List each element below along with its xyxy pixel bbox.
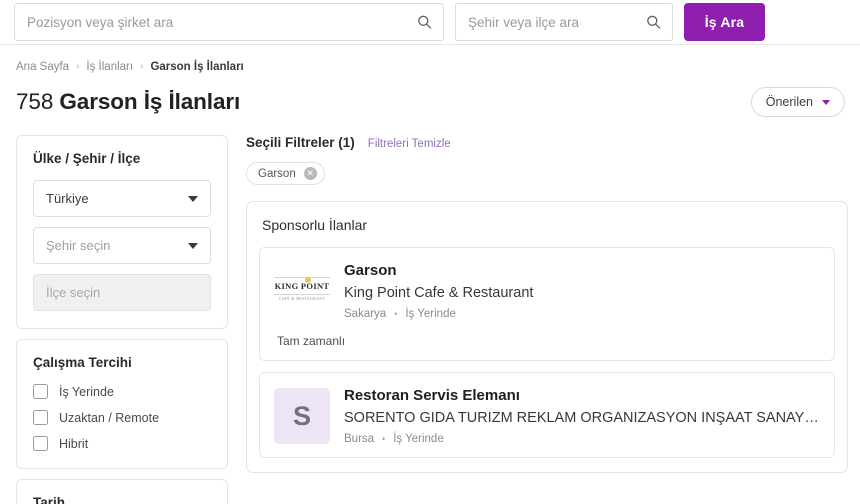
breadcrumb-item-job-listings[interactable]: İş İlanları bbox=[86, 61, 133, 73]
chevron-down-icon bbox=[822, 99, 830, 105]
logo-subtitle-text: CAFE & RESTAURANT bbox=[278, 296, 326, 301]
select-district-value: İlçe seçin bbox=[46, 285, 101, 300]
select-country-value: Türkiye bbox=[46, 191, 89, 206]
position-search-field[interactable] bbox=[14, 3, 444, 41]
location-search-field[interactable] bbox=[455, 3, 673, 41]
checkbox-icon[interactable] bbox=[33, 436, 48, 451]
filter-title-date: Tarih bbox=[33, 495, 66, 504]
chevron-down-icon bbox=[188, 242, 198, 249]
breadcrumb-item-current: Garson İş İlanları bbox=[150, 61, 244, 73]
filter-card-work-preference: Çalışma Tercihi İş Yerinde Uzaktan / Rem… bbox=[16, 339, 228, 469]
checkbox-icon[interactable] bbox=[33, 384, 48, 399]
job-location: Sakarya bbox=[344, 308, 387, 320]
job-title[interactable]: Restoran Servis Elemanı bbox=[344, 387, 820, 404]
job-title[interactable]: Garson bbox=[344, 262, 820, 279]
breadcrumb-item-home[interactable]: Ana Sayfa bbox=[16, 61, 69, 73]
chevron-down-icon bbox=[188, 195, 198, 202]
search-input-position[interactable] bbox=[27, 14, 409, 30]
checkbox-icon[interactable] bbox=[33, 410, 48, 425]
selected-filters-header: Seçili Filtreler (1) Filtreleri Temizle bbox=[246, 135, 848, 150]
search-input-location[interactable] bbox=[468, 14, 638, 30]
chevron-right-icon: › bbox=[140, 61, 144, 72]
checkbox-row-hybrid[interactable]: Hibrit bbox=[33, 436, 211, 451]
filter-card-location: Ülke / Şehir / İlçe Türkiye Şehir seçin … bbox=[16, 135, 228, 329]
checkbox-label-remote: Uzaktan / Remote bbox=[59, 410, 160, 425]
job-meta: Bursa • İş Yerinde bbox=[344, 433, 820, 445]
page-title: 758 Garson İş İlanları bbox=[16, 89, 240, 115]
job-work-type: İş Yerinde bbox=[393, 433, 444, 445]
result-count: 758 bbox=[16, 89, 54, 114]
filter-chip-label: Garson bbox=[258, 167, 296, 180]
sort-dropdown[interactable]: Önerilen bbox=[750, 87, 845, 117]
job-location: Bursa bbox=[344, 433, 375, 445]
page-title-text: Garson İş İlanları bbox=[59, 89, 241, 114]
checkbox-row-remote[interactable]: Uzaktan / Remote bbox=[33, 410, 211, 425]
select-country[interactable]: Türkiye bbox=[33, 180, 211, 217]
job-company: King Point Cafe & Restaurant bbox=[344, 285, 534, 301]
separator-dot-icon: • bbox=[394, 309, 398, 319]
company-logo: S bbox=[274, 387, 330, 445]
sponsored-listings-title: Sponsorlu İlanlar bbox=[262, 217, 368, 233]
separator-dot-icon: • bbox=[382, 434, 386, 444]
clear-filters-link[interactable]: Filtreleri Temizle bbox=[368, 138, 451, 150]
filter-card-date: Tarih bbox=[16, 479, 228, 504]
avatar: S bbox=[274, 388, 330, 444]
selected-filters-title: Seçili Filtreler (1) bbox=[246, 135, 355, 150]
job-card[interactable]: KING POINT CAFE & RESTAURANT Garson King… bbox=[259, 247, 835, 361]
filters-sidebar: Ülke / Şehir / İlçe Türkiye Şehir seçin … bbox=[16, 135, 228, 504]
main-layout: Ülke / Şehir / İlçe Türkiye Şehir seçin … bbox=[0, 117, 860, 504]
logo-name-text: KING POINT bbox=[274, 281, 330, 292]
results-column: Seçili Filtreler (1) Filtreleri Temizle … bbox=[246, 135, 848, 473]
chevron-right-icon: › bbox=[76, 61, 80, 72]
checkbox-label-onsite: İş Yerinde bbox=[59, 384, 114, 399]
search-icon[interactable] bbox=[646, 15, 661, 30]
king-point-logo-icon: KING POINT CAFE & RESTAURANT bbox=[274, 277, 330, 304]
sponsored-listings-panel: Sponsorlu İlanlar KING POINT CAFE & REST… bbox=[246, 201, 848, 473]
search-icon[interactable] bbox=[417, 15, 432, 30]
company-logo: KING POINT CAFE & RESTAURANT bbox=[274, 262, 330, 320]
filter-title-work-preference: Çalışma Tercihi bbox=[33, 355, 132, 370]
global-search-header: İş Ara bbox=[0, 0, 860, 45]
sort-dropdown-label: Önerilen bbox=[765, 95, 813, 109]
job-tags: Tam zamanlı bbox=[277, 334, 346, 348]
page-title-row: 758 Garson İş İlanları Önerilen bbox=[0, 73, 860, 117]
job-meta: Sakarya • İş Yerinde bbox=[344, 308, 820, 320]
job-company: SORENTO GIDA TURİZM REKLAM ORGANİZASYON … bbox=[344, 410, 820, 426]
filter-chip[interactable]: Garson ✕ bbox=[246, 162, 325, 185]
close-circle-icon[interactable]: ✕ bbox=[303, 167, 317, 180]
filter-title-location: Ülke / Şehir / İlçe bbox=[33, 151, 141, 166]
checkbox-label-hybrid: Hibrit bbox=[59, 436, 89, 451]
select-city[interactable]: Şehir seçin bbox=[33, 227, 211, 264]
job-work-type: İş Yerinde bbox=[405, 308, 456, 320]
select-city-value: Şehir seçin bbox=[46, 238, 111, 253]
checkbox-row-onsite[interactable]: İş Yerinde bbox=[33, 384, 211, 399]
breadcrumb: Ana Sayfa › İş İlanları › Garson İş İlan… bbox=[0, 45, 860, 73]
select-district: İlçe seçin bbox=[33, 274, 211, 311]
job-card[interactable]: S Restoran Servis Elemanı SORENTO GIDA T… bbox=[259, 372, 835, 458]
search-jobs-button[interactable]: İş Ara bbox=[684, 3, 765, 41]
selected-filter-chips: Garson ✕ bbox=[246, 162, 848, 185]
